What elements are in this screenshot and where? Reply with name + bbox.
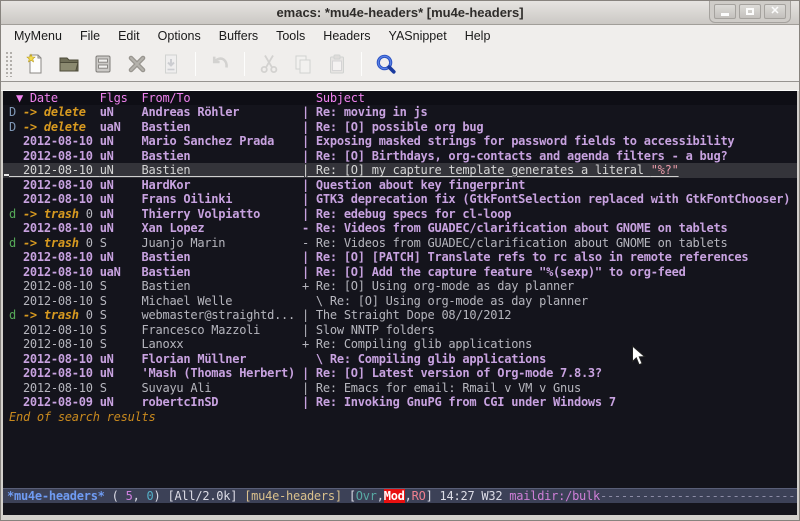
menu-item-yasnippet[interactable]: YASnippet <box>380 27 456 45</box>
mode-line[interactable]: *mu4e-headers* ( 5, 0) [All/2.0k] [mu4e-… <box>3 488 797 503</box>
end-of-results: End of search results <box>3 410 797 425</box>
maximize-button[interactable] <box>739 4 761 19</box>
message-row[interactable]: 2012-08-10 uN Bastien | Re: [O] [PATCH] … <box>3 250 797 265</box>
toolbar-new-file-button[interactable] <box>19 49 51 79</box>
message-row[interactable]: D -> delete uaN Bastien | Re: [O] possib… <box>3 120 797 135</box>
close-icon <box>125 52 149 76</box>
minimize-icon <box>721 13 729 16</box>
toolbar <box>1 47 799 81</box>
menu-item-help[interactable]: Help <box>456 27 500 45</box>
message-row[interactable]: 2012-08-09 uN robertcInSD | Re: Invoking… <box>3 395 797 410</box>
message-row[interactable]: 2012-08-10 uN Frans Oilinki | GTK3 depre… <box>3 192 797 207</box>
message-row[interactable]: 2012-08-10 uN Mario Sanchez Prada | Expo… <box>3 134 797 149</box>
close-button[interactable]: ✕ <box>764 4 786 19</box>
menu-item-headers[interactable]: Headers <box>314 27 379 45</box>
toolbar-separator <box>361 52 362 76</box>
toolbar-save-as-button <box>155 49 187 79</box>
menu-item-tools[interactable]: Tools <box>267 27 314 45</box>
toolbar-cut-button <box>253 49 285 79</box>
message-row[interactable]: d -> trash 0 uN Thierry Volpiatto | Re: … <box>3 207 797 222</box>
message-row[interactable]: 2012-08-10 uaN Bastien | Re: [O] Add the… <box>3 265 797 280</box>
emacs-window: emacs: *mu4e-headers* [mu4e-headers] ✕ M… <box>0 0 800 521</box>
minimize-button[interactable] <box>714 4 736 19</box>
cut-icon <box>257 52 281 76</box>
toolbar-drag-handle[interactable] <box>5 51 13 77</box>
header-line: ▼ Date Flgs From/To Subject <box>3 91 797 105</box>
save-as-icon <box>159 52 183 76</box>
message-row[interactable]: d -> trash 0 S Juanjo Marin - Re: Videos… <box>3 236 797 251</box>
empty-buffer-space <box>3 424 797 488</box>
message-row[interactable]: 2012-08-10 uN 'Mash (Thomas Herbert) | R… <box>3 366 797 381</box>
menu-item-mymenu[interactable]: MyMenu <box>5 27 71 45</box>
toolbar-open-folder-button[interactable] <box>53 49 85 79</box>
toolbar-separator <box>195 52 196 76</box>
message-row[interactable]: 2012-08-10 S Suvayu Ali | Re: Emacs for … <box>3 381 797 396</box>
message-row[interactable]: 2012-08-10 uN HardKor | Question about k… <box>3 178 797 193</box>
message-row[interactable]: d -> trash 0 S webmaster@straightd... | … <box>3 308 797 323</box>
message-row[interactable]: 2012-08-10 uN Xan Lopez - Re: Videos fro… <box>3 221 797 236</box>
toolbar-search-button[interactable] <box>370 49 402 79</box>
menu-bar: MyMenuFileEditOptionsBuffersToolsHeaders… <box>1 25 799 47</box>
toolbar-paste-button <box>321 49 353 79</box>
copy-icon <box>291 52 315 76</box>
window-buttons: ✕ <box>709 1 791 23</box>
buffer-area: ▼ Date Flgs From/To Subject D -> delete … <box>3 91 797 515</box>
menu-item-buffers[interactable]: Buffers <box>210 27 267 45</box>
new-file-icon <box>23 52 47 76</box>
menu-item-options[interactable]: Options <box>149 27 210 45</box>
undo-icon <box>208 52 232 76</box>
menu-item-edit[interactable]: Edit <box>109 27 149 45</box>
message-row[interactable]: 2012-08-10 S Lanoxx + Re: Compiling glib… <box>3 337 797 352</box>
maximize-icon <box>746 8 754 15</box>
menu-item-file[interactable]: File <box>71 27 109 45</box>
toolbar-copy-button <box>287 49 319 79</box>
paste-icon <box>325 52 349 76</box>
message-row[interactable]: 2012-08-10 uN Florian Müllner \ Re: Comp… <box>3 352 797 367</box>
message-row[interactable]: 2012-08-10 uN Bastien | Re: [O] Birthday… <box>3 149 797 164</box>
toolbar-undo-button <box>204 49 236 79</box>
window-title: emacs: *mu4e-headers* [mu4e-headers] <box>276 5 523 20</box>
message-list: D -> delete uN Andreas Röhler | Re: movi… <box>3 105 797 410</box>
echo-area[interactable] <box>3 503 797 515</box>
toolbar-divider <box>1 81 799 91</box>
close-icon: ✕ <box>770 6 779 17</box>
toolbar-save-button[interactable] <box>87 49 119 79</box>
save-icon <box>91 52 115 76</box>
message-row[interactable]: 2012-08-10 S Francesco Mazzoli | Slow NN… <box>3 323 797 338</box>
message-row[interactable]: 2012-08-10 S Bastien + Re: [O] Using org… <box>3 279 797 294</box>
message-row[interactable]: 2012-08-10 S Michael Welle \ Re: [O] Usi… <box>3 294 797 309</box>
toolbar-separator <box>244 52 245 76</box>
message-row[interactable]: D -> delete uN Andreas Röhler | Re: movi… <box>3 105 797 120</box>
search-icon <box>374 52 398 76</box>
title-bar[interactable]: emacs: *mu4e-headers* [mu4e-headers] ✕ <box>1 1 799 25</box>
message-row[interactable]: 2012-08-10 uN Bastien | Re: [O] my captu… <box>3 163 797 178</box>
toolbar-close-button[interactable] <box>121 49 153 79</box>
open-folder-icon <box>57 52 81 76</box>
